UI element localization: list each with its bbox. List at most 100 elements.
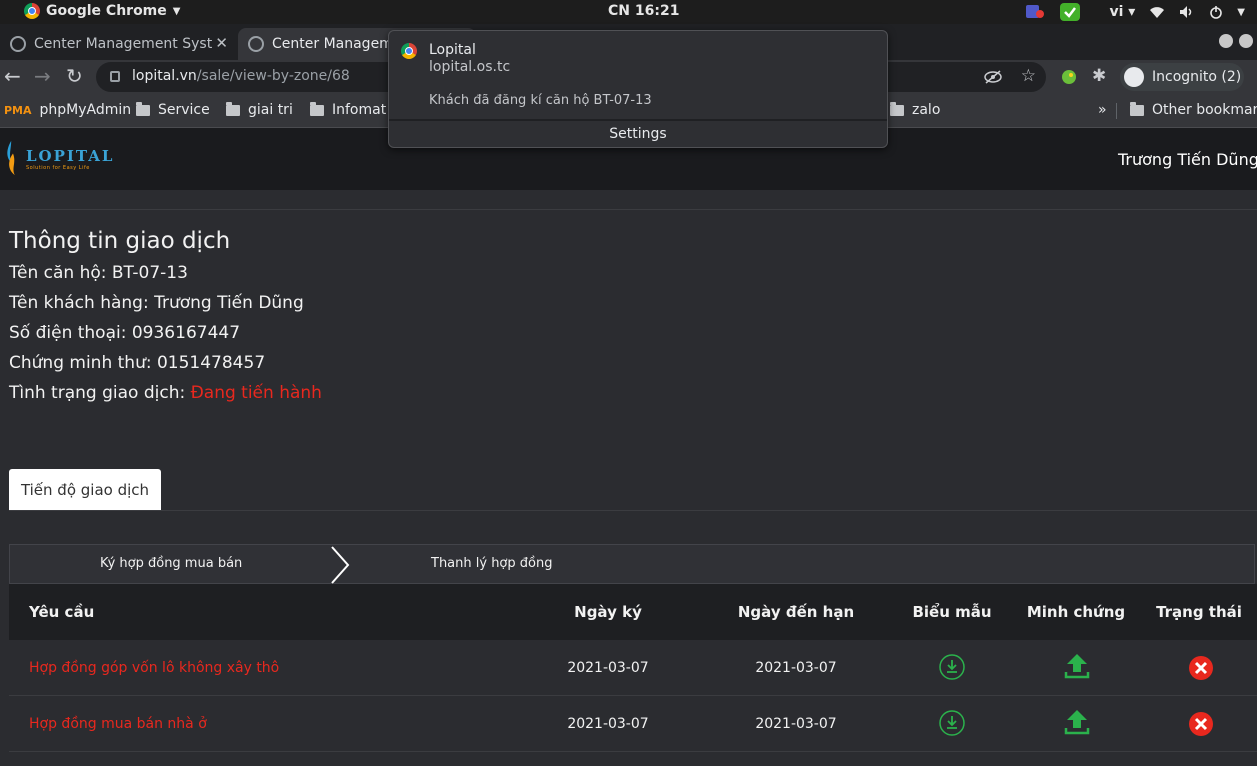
user-name: Trương Tiến Dũng — [1118, 150, 1257, 169]
maximize-icon[interactable] — [1239, 34, 1253, 48]
apartment-name: Tên căn hộ: BT-07-13 — [9, 263, 188, 283]
bookmark-folder-service[interactable]: Service — [136, 101, 210, 118]
progress-steps: Ký hợp đồng mua bán Thanh lý hợp đồng — [9, 544, 1255, 584]
bookmark-star-icon[interactable]: ☆ — [1021, 66, 1036, 86]
page-content: Thông tin giao dịch Tên căn hộ: BT-07-13… — [0, 190, 1257, 766]
notification-body: Khách đã đăng kí căn hộ BT-07-13 — [429, 93, 652, 108]
table-row: Hợp đồng mua bán nhà ở 2021-03-07 2021-0… — [9, 696, 1257, 752]
request-name[interactable]: Hợp đồng góp vốn lô không xây thô — [29, 640, 279, 696]
system-menu-caret-icon[interactable]: ▼ — [1237, 7, 1245, 18]
sign-date: 2021-03-07 — [567, 716, 649, 732]
chrome-icon — [401, 43, 417, 59]
logo-tagline: Solution for Easy Life — [26, 164, 90, 171]
folder-icon — [890, 101, 904, 116]
incognito-button[interactable]: Incognito (2) — [1120, 63, 1244, 91]
bookmark-folder-other[interactable]: Other bookmar — [1130, 101, 1257, 118]
phpmyadmin-icon: PMA — [4, 103, 32, 117]
chrome-icon — [24, 3, 40, 19]
download-icon[interactable] — [939, 710, 965, 736]
bookmark-label: giai tri — [248, 102, 293, 118]
lopital-logo[interactable]: LOPITAL Solution for Easy Life — [4, 138, 114, 178]
transaction-info-title: Thông tin giao dịch — [9, 228, 231, 254]
transaction-status-label: Tình trạng giao dịch: — [9, 383, 191, 403]
lock-icon — [110, 71, 120, 82]
col-status: Trạng thái — [1156, 603, 1242, 621]
bookmark-folder-zalo[interactable]: zalo — [890, 101, 941, 118]
table-row: Hợp đồng góp vốn lô không xây thô 2021-0… — [9, 640, 1257, 696]
bookmarks-divider — [1116, 103, 1117, 119]
request-name[interactable]: Hợp đồng mua bán nhà ở — [29, 696, 207, 752]
window-controls — [1219, 34, 1253, 48]
notification-origin: lopital.os.tc — [429, 59, 511, 75]
eye-off-icon[interactable] — [984, 69, 1002, 85]
volume-icon[interactable] — [1179, 5, 1195, 19]
power-icon[interactable] — [1209, 5, 1223, 19]
col-due-date: Ngày đến hạn — [737, 603, 855, 621]
close-tab-icon[interactable]: ✕ — [215, 34, 228, 52]
bookmark-label: phpMyAdmin — [39, 102, 132, 118]
wifi-icon[interactable] — [1149, 5, 1165, 19]
upload-icon[interactable] — [1063, 708, 1091, 736]
tab-title: Center Managem — [272, 36, 393, 52]
clock[interactable]: CN 16:21 — [608, 3, 679, 19]
incognito-icon — [1124, 67, 1144, 87]
folder-icon — [136, 101, 150, 116]
bookmark-label: Infomat — [332, 102, 387, 118]
transaction-status-value: Đang tiến hành — [190, 383, 322, 403]
active-app-menu[interactable]: Google Chrome ▼ — [24, 3, 180, 19]
logo-name: LOPITAL — [26, 146, 115, 165]
os-top-bar: Google Chrome ▼ CN 16:21 vi ▾ ▼ — [0, 0, 1257, 24]
extensions-puzzle-icon[interactable]: ✱ — [1092, 66, 1106, 86]
incognito-label: Incognito (2) — [1152, 69, 1242, 85]
step-liquidate-contract[interactable]: Thanh lý hợp đồng — [431, 556, 552, 571]
tab-title: Center Management Syst — [34, 36, 213, 52]
step-chevron-icon — [331, 546, 350, 584]
bookmark-phpmyadmin[interactable]: PMA phpMyAdmin — [4, 102, 131, 118]
caret-down-icon: ▼ — [172, 5, 181, 17]
notification-settings-button[interactable]: Settings — [389, 119, 887, 147]
back-icon[interactable]: ← — [4, 65, 21, 87]
bookmark-label: Other bookmar — [1152, 102, 1257, 118]
bookmark-folder-giai-tri[interactable]: giai tri — [226, 101, 293, 118]
site-favicon-icon — [248, 36, 264, 52]
tab-inactive[interactable]: Center Management Syst ✕ — [0, 28, 236, 60]
minimize-icon[interactable] — [1219, 34, 1233, 48]
bookmarks-overflow-button[interactable]: » — [1098, 102, 1107, 118]
col-request: Yêu cầu — [29, 603, 95, 621]
transaction-status: Tình trạng giao dịch: Đang tiến hành — [9, 383, 322, 403]
bookmark-label: zalo — [912, 102, 941, 118]
reload-icon[interactable]: ↻ — [66, 65, 83, 87]
url-text: lopital.vn/sale/view-by-zone/68 — [132, 68, 350, 84]
tab-transaction-progress[interactable]: Tiến độ giao dịch — [9, 469, 161, 511]
col-template: Biểu mẫu — [912, 603, 992, 621]
active-app-name: Google Chrome — [46, 3, 167, 19]
table-header: Yêu cầu Ngày ký Ngày đến hạn Biểu mẫu Mi… — [9, 584, 1257, 640]
col-sign-date: Ngày ký — [574, 603, 642, 621]
download-icon[interactable] — [939, 654, 965, 680]
rejected-icon — [1189, 656, 1213, 680]
site-favicon-icon — [10, 36, 26, 52]
notification-popup[interactable]: Lopital lopital.os.tc Khách đã đăng kí c… — [388, 30, 888, 148]
folder-icon — [310, 101, 324, 116]
tab-underline — [9, 510, 1257, 511]
divider — [10, 209, 1257, 210]
flame-logo-icon — [7, 140, 15, 176]
folder-icon — [1130, 101, 1144, 116]
input-language[interactable]: vi ▾ — [1109, 4, 1135, 20]
due-date: 2021-03-07 — [755, 716, 837, 732]
customer-name: Tên khách hàng: Trương Tiến Dũng — [9, 293, 304, 313]
step-sign-contract[interactable]: Ký hợp đồng mua bán — [100, 556, 242, 571]
rejected-icon — [1189, 712, 1213, 736]
extension-parrot-icon[interactable] — [1060, 68, 1078, 86]
check-shield-icon[interactable] — [1059, 2, 1081, 22]
bookmark-label: Service — [158, 102, 210, 118]
sign-date: 2021-03-07 — [567, 660, 649, 676]
teams-icon[interactable] — [1025, 3, 1045, 21]
user-menu[interactable]: Trương Tiến Dũng ● — [1118, 150, 1257, 169]
phone-number: Số điện thoại: 0936167447 — [9, 323, 241, 343]
col-evidence: Minh chứng — [1026, 603, 1126, 621]
forward-icon[interactable]: → — [34, 65, 51, 87]
bookmark-folder-infomat[interactable]: Infomat — [310, 101, 387, 118]
upload-icon[interactable] — [1063, 652, 1091, 680]
due-date: 2021-03-07 — [755, 660, 837, 676]
